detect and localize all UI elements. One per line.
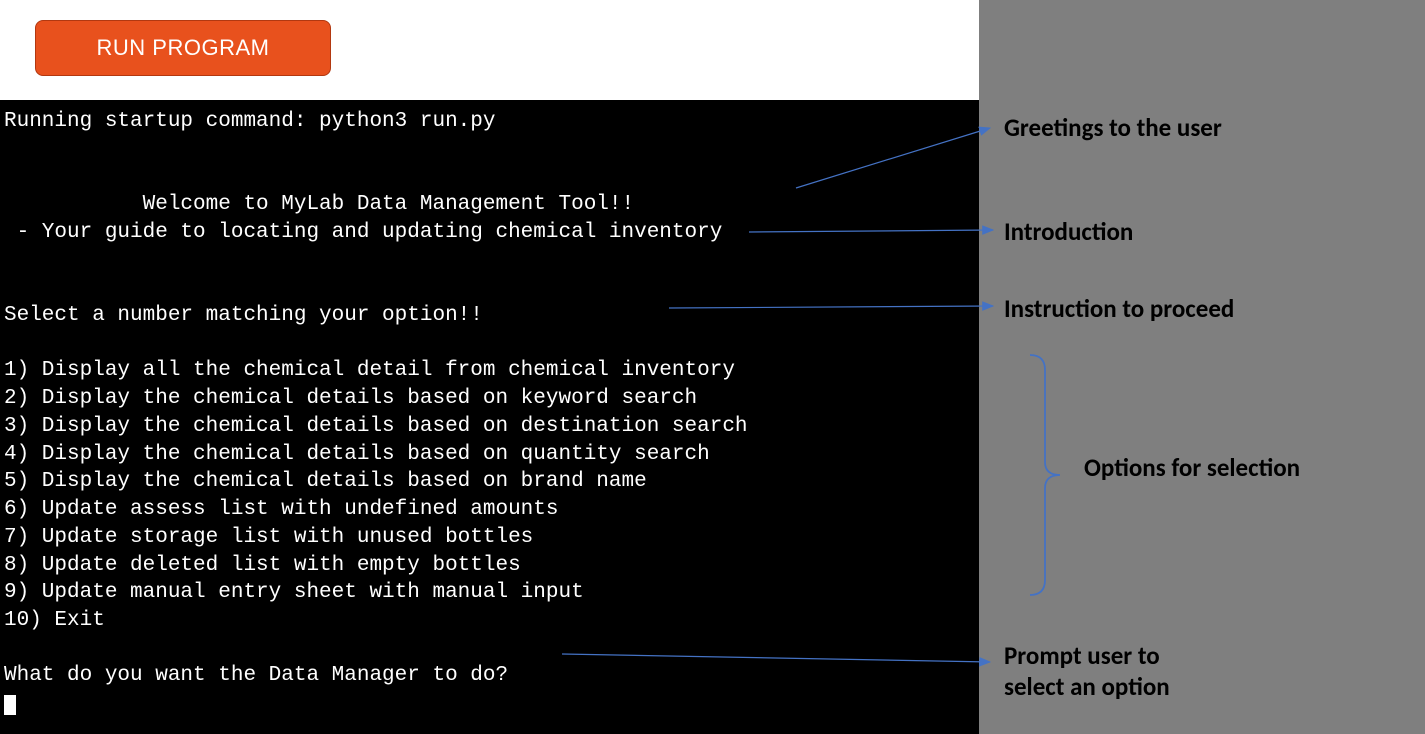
bracket-options [1025,350,1070,600]
option-7: 7) Update storage list with unused bottl… [4,526,533,549]
option-5: 5) Display the chemical details based on… [4,470,647,493]
arrow-greetings [790,120,1000,200]
terminal-cursor [4,695,16,715]
intro-line: - Your guide to locating and updating ch… [4,221,722,244]
arrow-prompt [558,646,998,676]
arrow-introduction [745,222,1000,242]
option-8: 8) Update deleted list with empty bottle… [4,554,521,577]
prompt-line: What do you want the Data Manager to do? [4,664,508,687]
annotation-options: Options for selection [1084,452,1300,483]
option-6: 6) Update assess list with undefined amo… [4,498,559,521]
annotation-greetings: Greetings to the user [1004,112,1222,143]
option-4: 4) Display the chemical details based on… [4,443,710,466]
option-1: 1) Display all the chemical detail from … [4,359,735,382]
instruction-line: Select a number matching your option!! [4,304,483,327]
welcome-line: Welcome to MyLab Data Management Tool!! [4,193,634,216]
option-2: 2) Display the chemical details based on… [4,387,697,410]
annotation-instruction: Instruction to proceed [1004,293,1234,324]
arrow-instruction [665,296,1000,316]
run-program-label: RUN PROGRAM [97,35,270,61]
startup-line: Running startup command: python3 run.py [4,110,495,133]
option-3: 3) Display the chemical details based on… [4,415,748,438]
annotation-introduction: Introduction [1004,216,1133,247]
option-9: 9) Update manual entry sheet with manual… [4,581,584,604]
left-pane: RUN PROGRAM Running startup command: pyt… [0,0,979,734]
option-10: 10) Exit [4,609,105,632]
annotation-prompt: Prompt user to select an option [1004,640,1170,703]
run-program-button[interactable]: RUN PROGRAM [35,20,331,76]
